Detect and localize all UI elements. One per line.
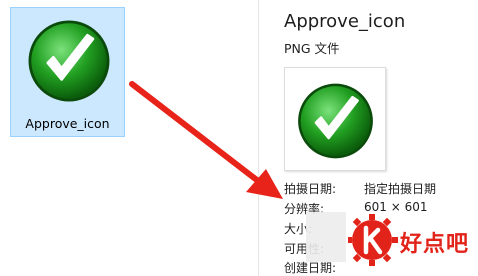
prop-label-date-taken: 拍摄日期: xyxy=(284,182,337,196)
checkmark-icon xyxy=(298,83,373,159)
file-tile-approve-icon[interactable]: Approve_icon xyxy=(10,7,125,137)
details-file-type: PNG 文件 xyxy=(284,41,340,56)
preview-thumbnail xyxy=(284,67,386,171)
pane-divider xyxy=(258,0,259,276)
details-file-title: Approve_icon xyxy=(284,11,406,32)
file-name-label: Approve_icon xyxy=(25,116,110,131)
watermark-text: 好点吧 xyxy=(400,232,470,257)
checkmark-icon xyxy=(28,20,110,102)
watermark-smudge xyxy=(306,212,346,262)
prop-value-date-taken[interactable]: 指定拍摄日期 xyxy=(364,180,436,197)
